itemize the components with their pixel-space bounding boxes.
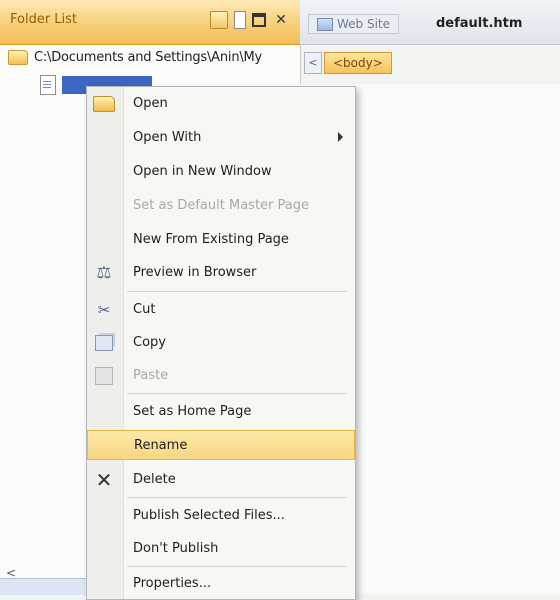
page-file-icon <box>40 75 56 95</box>
paste-icon <box>93 366 115 386</box>
body-tag-button[interactable]: <body> <box>324 52 392 74</box>
root-path-label: C:\Documents and Settings\Anin\My <box>34 50 263 65</box>
tab-default-htm[interactable]: default.htm <box>436 16 522 31</box>
menu-item-open-new-window[interactable]: Open in New Window <box>87 157 355 187</box>
tab-web-site-label: Web Site <box>337 17 391 31</box>
submenu-arrow-icon <box>338 132 343 142</box>
folder-icon <box>8 50 28 65</box>
menu-item-label: Preview in Browser <box>133 265 257 280</box>
menu-item-label: Set as Default Master Page <box>133 198 309 213</box>
menu-item-new-from-existing[interactable]: New From Existing Page <box>87 225 355 255</box>
menu-item-label: Rename <box>134 438 188 453</box>
menu-item-open-with[interactable]: Open With <box>87 123 355 153</box>
maximize-icon[interactable] <box>252 13 266 27</box>
menu-item-label: Don't Publish <box>133 541 219 556</box>
menu-separator <box>127 393 347 394</box>
menu-item-label: Copy <box>133 335 166 350</box>
menu-separator <box>127 497 347 498</box>
menu-item-set-default-master[interactable]: Set as Default Master Page <box>87 191 355 221</box>
menu-item-publish-selected[interactable]: Publish Selected Files... <box>87 501 355 531</box>
menu-item-label: Open in New Window <box>133 164 272 179</box>
tab-web-site[interactable]: Web Site <box>308 14 400 34</box>
context-menu: Open Open With Open in New Window Set as… <box>86 86 356 600</box>
folder-list-header: Folder List ✕ <box>0 0 300 45</box>
menu-item-open[interactable]: Open <box>87 89 355 119</box>
menu-item-paste[interactable]: Paste <box>87 361 355 391</box>
menu-item-set-home-page[interactable]: Set as Home Page <box>87 397 355 427</box>
menu-item-label: Properties... <box>133 576 212 591</box>
delete-icon: ✕ <box>95 468 113 492</box>
menu-item-properties[interactable]: Properties... <box>87 569 355 599</box>
page-view-icon[interactable] <box>234 11 246 29</box>
menu-separator <box>127 291 347 292</box>
quick-tag-bar: < <body> <box>300 52 560 78</box>
menu-separator <box>127 566 347 567</box>
open-folder-icon <box>93 94 115 114</box>
menu-item-label: Cut <box>133 302 156 317</box>
folder-list-title: Folder List <box>10 12 78 27</box>
menu-item-label: Publish Selected Files... <box>133 508 285 523</box>
menu-item-dont-publish[interactable]: Don't Publish <box>87 534 355 564</box>
menu-item-label: New From Existing Page <box>133 232 289 247</box>
menu-item-copy[interactable]: Copy <box>87 328 355 358</box>
website-icon <box>317 17 333 31</box>
pane-header-icons: ✕ <box>210 11 290 29</box>
tag-nav-back-button[interactable]: < <box>304 52 322 74</box>
preview-icon: ⚖ <box>96 263 112 283</box>
menu-item-preview-browser[interactable]: ⚖ Preview in Browser <box>87 258 355 288</box>
tree-root-folder[interactable]: C:\Documents and Settings\Anin\My <box>8 50 262 65</box>
menu-item-label: Paste <box>133 368 169 383</box>
cut-icon: ✂ <box>97 301 111 319</box>
close-icon[interactable]: ✕ <box>272 11 290 29</box>
copy-icon <box>93 333 115 353</box>
menu-item-cut[interactable]: ✂ Cut <box>87 295 355 325</box>
menu-item-label: Open <box>133 96 168 111</box>
menu-item-label: Open With <box>133 130 202 145</box>
menu-item-delete[interactable]: ✕ Delete <box>87 465 355 495</box>
editor-tab-bar: Web Site default.htm <box>300 0 560 45</box>
folder-view-icon[interactable] <box>210 11 228 29</box>
menu-item-label: Delete <box>133 472 176 487</box>
menu-item-rename[interactable]: Rename <box>87 430 355 460</box>
menu-item-label: Set as Home Page <box>133 404 252 419</box>
